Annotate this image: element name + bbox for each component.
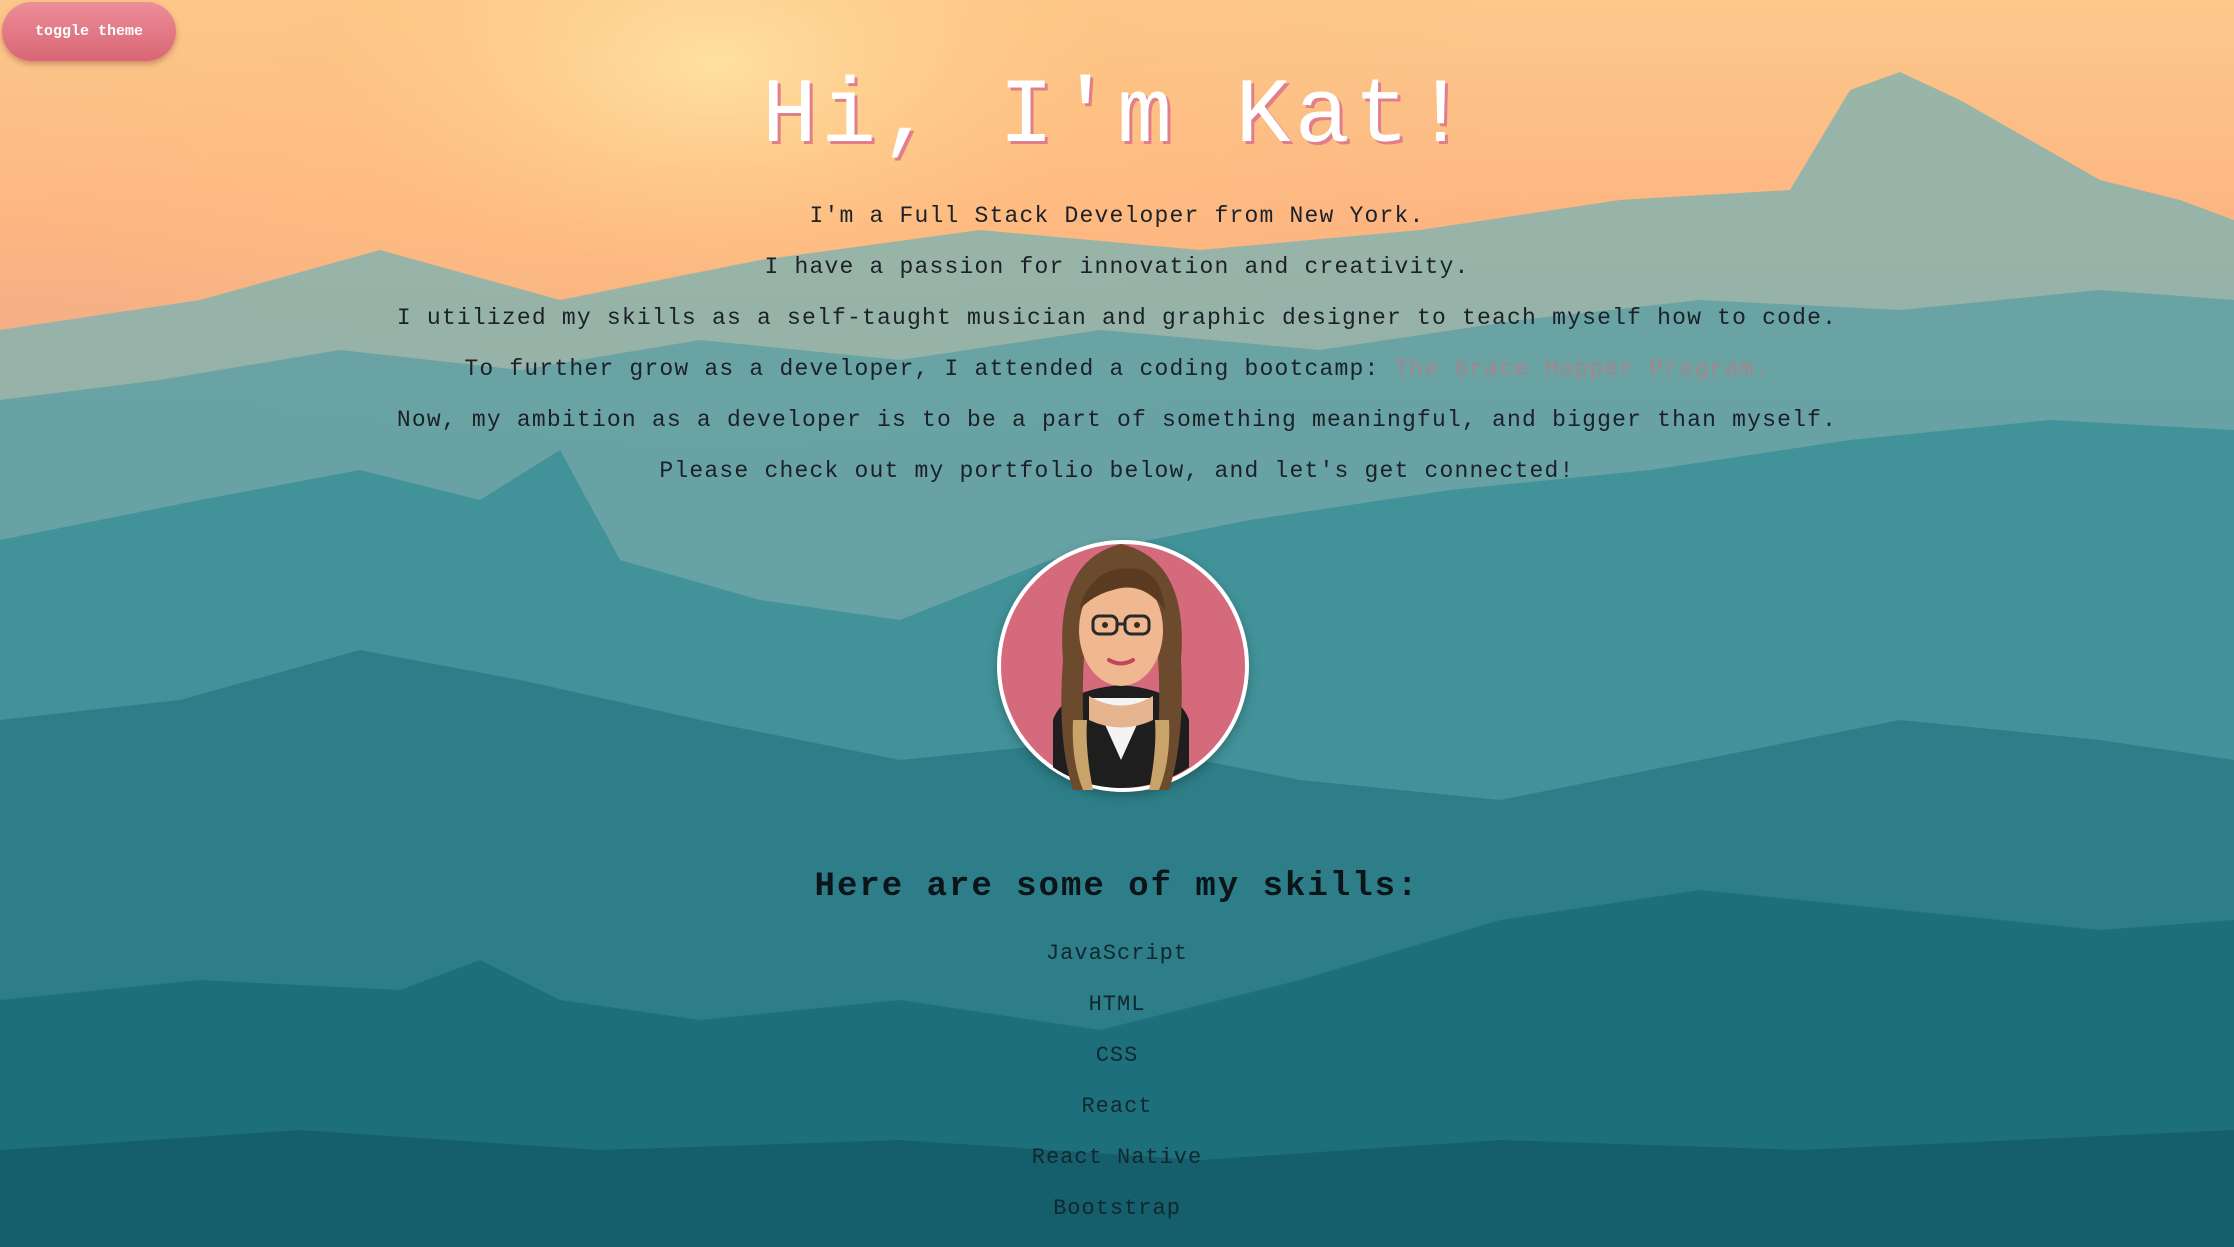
- skill-item: React: [1081, 1094, 1153, 1119]
- bootcamp-text: To further grow as a developer, I attend…: [464, 356, 1395, 382]
- intro-line-skills: I utilized my skills as a self-taught mu…: [396, 305, 1838, 331]
- skill-item: CSS: [1095, 1043, 1139, 1068]
- intro-line-location: I'm a Full Stack Developer from New York…: [809, 203, 1425, 229]
- skill-item: Bootstrap: [1053, 1196, 1181, 1221]
- avatar-illustration: [1053, 544, 1189, 790]
- skill-item: JavaScript: [1045, 941, 1189, 966]
- toggle-theme-button[interactable]: toggle theme: [2, 2, 176, 61]
- intro-line-ambition: Now, my ambition as a developer is to be…: [396, 407, 1838, 433]
- avatar: [993, 520, 1249, 796]
- skills-heading: Here are some of my skills:: [814, 868, 1420, 906]
- skill-item: React Native: [1031, 1145, 1203, 1170]
- page-title: Hi, I'm Kat!: [761, 64, 1473, 169]
- skills-list: JavaScript HTML CSS React React Native B…: [0, 936, 2234, 1242]
- intro-line-bootcamp: To further grow as a developer, I attend…: [0, 349, 2234, 400]
- skill-item: HTML: [1088, 992, 1146, 1017]
- bootcamp-link[interactable]: The Grace Hopper Program.: [1395, 356, 1770, 382]
- intro-line-portfolio: Please check out my portfolio below, and…: [659, 458, 1575, 484]
- intro-section: I'm a Full Stack Developer from New York…: [0, 196, 2234, 502]
- intro-line-passion: I have a passion for innovation and crea…: [764, 254, 1470, 280]
